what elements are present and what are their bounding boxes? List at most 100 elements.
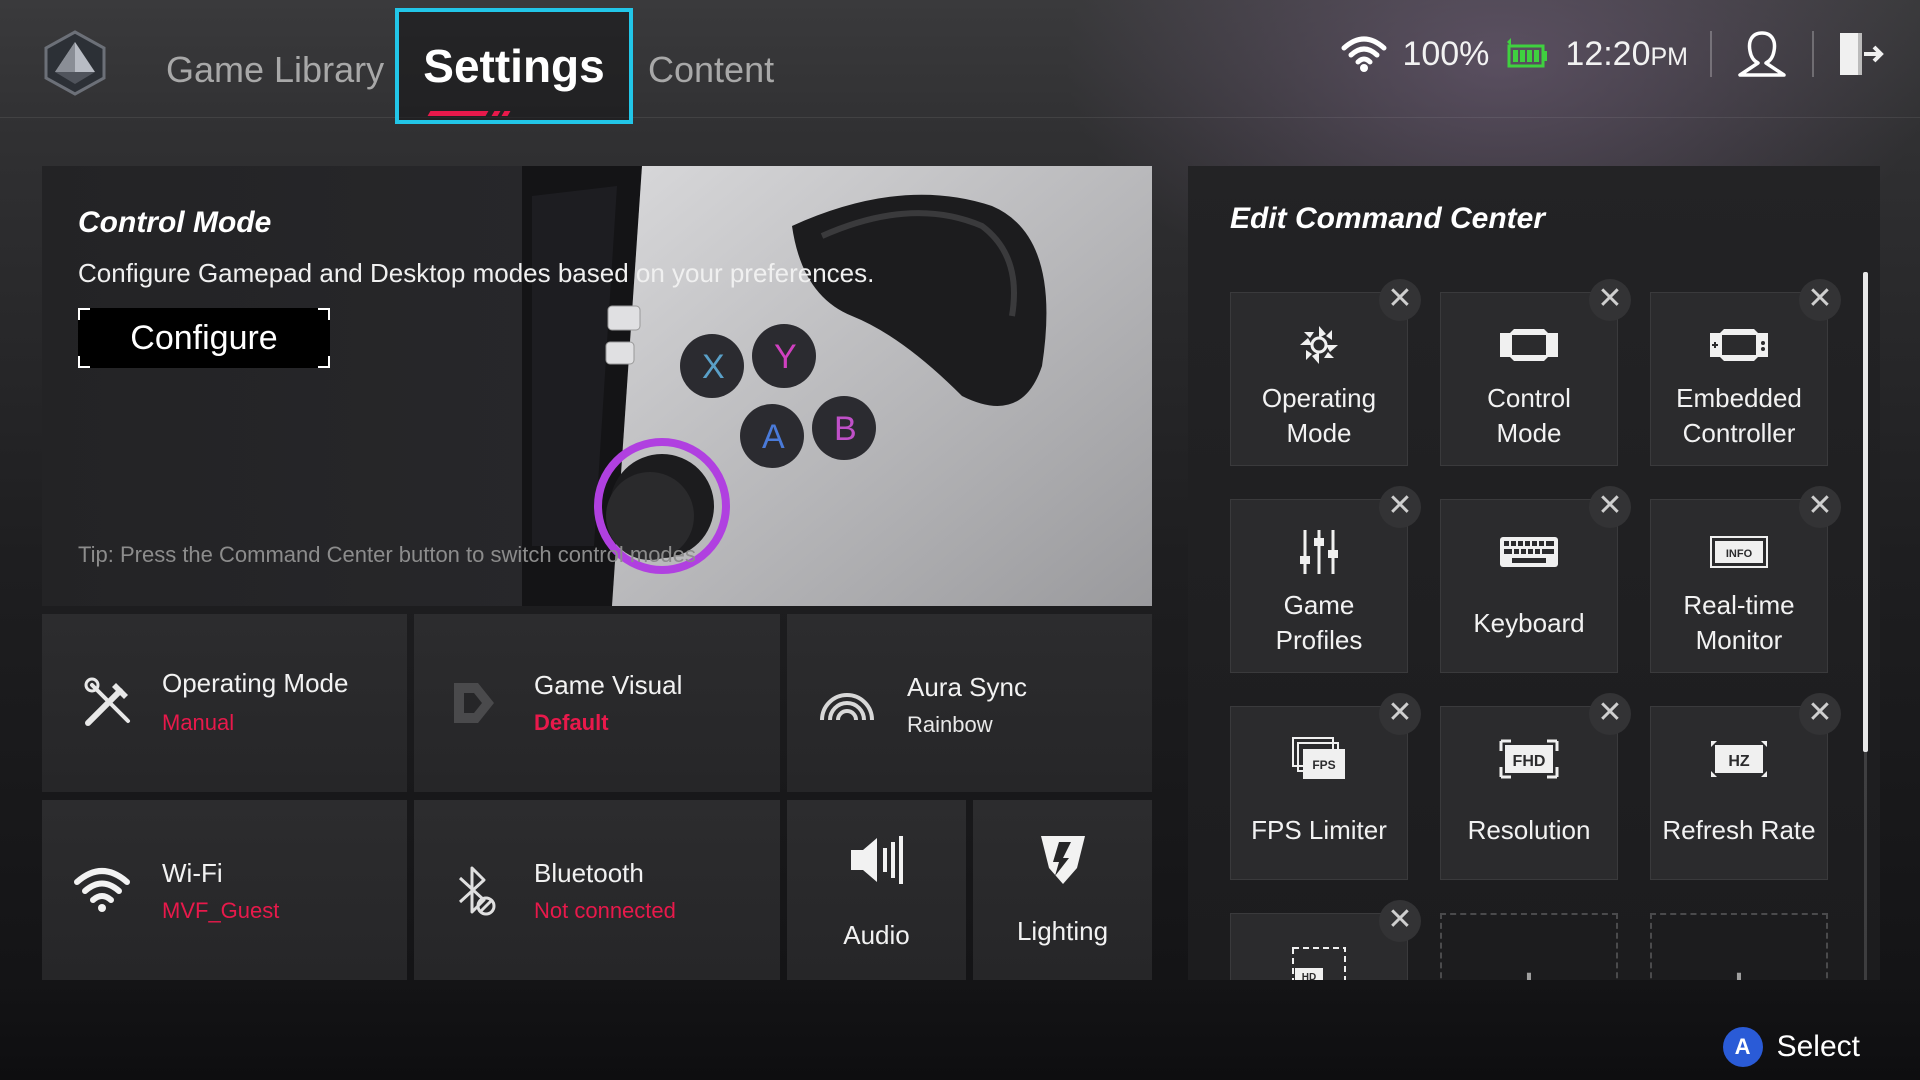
- cc-item-label: Game Profiles: [1235, 588, 1403, 658]
- cc-item-label: FPS Limiter: [1251, 815, 1387, 845]
- battery-charging-icon: [1507, 38, 1548, 68]
- remove-refresh-rate-button[interactable]: ✕: [1799, 693, 1841, 735]
- bluetooth-status: Not connected: [534, 898, 676, 923]
- lighting-icon: [1033, 830, 1093, 890]
- focus-corner: [318, 308, 330, 320]
- remove-embedded-controller-button[interactable]: ✕: [1799, 279, 1841, 321]
- cc-item-label-line: Mode: [1286, 418, 1352, 448]
- user-profile-icon[interactable]: [1734, 29, 1790, 79]
- configure-button[interactable]: Configure: [78, 308, 330, 368]
- speaker-volume-icon: [847, 830, 907, 890]
- tab-settings[interactable]: Settings: [395, 8, 633, 124]
- cc-item-keyboard[interactable]: Keyboard ✕: [1440, 486, 1631, 673]
- game-visual-icon: [444, 673, 504, 733]
- audio-label: Audio: [843, 920, 910, 950]
- focus-corner: [78, 356, 90, 368]
- game-visual-tile[interactable]: Game Visual Default: [414, 614, 780, 792]
- info-icon-text: INFO: [1726, 548, 1753, 560]
- operating-mode-value: Manual: [162, 710, 235, 735]
- wifi-icon: [72, 860, 132, 920]
- remove-operating-mode-button[interactable]: ✕: [1379, 279, 1421, 321]
- lighting-tile[interactable]: Lighting: [973, 800, 1152, 980]
- operating-mode-tile[interactable]: Operating Mode Manual: [42, 614, 407, 792]
- cc-item-control-mode[interactable]: Control Mode ✕: [1440, 279, 1631, 466]
- cc-item-refresh-rate[interactable]: HZ Refresh Rate ✕: [1650, 693, 1841, 880]
- remove-hd-button[interactable]: ✕: [1379, 900, 1421, 942]
- game-visual-label: Game Visual: [534, 670, 683, 700]
- add-icon: +: [1652, 953, 1826, 980]
- active-tab-indicator: [427, 111, 489, 116]
- status-divider: [1812, 31, 1814, 77]
- remove-game-profiles-button[interactable]: ✕: [1379, 486, 1421, 528]
- cc-item-label-line: Mode: [1496, 418, 1562, 448]
- clock: 12:20PM: [1565, 35, 1688, 74]
- cc-empty-slot[interactable]: +: [1440, 913, 1618, 980]
- scrollbar-thumb[interactable]: [1863, 272, 1868, 752]
- cc-item-label-line: Embedded: [1676, 383, 1802, 413]
- exit-icon[interactable]: [1836, 29, 1884, 79]
- game-visual-value: Default: [534, 710, 609, 735]
- top-bar: Game Library Settings Content 100% 12:20…: [0, 0, 1920, 124]
- bluetooth-off-icon: [444, 860, 504, 920]
- remove-fps-limiter-button[interactable]: ✕: [1379, 693, 1421, 735]
- aura-sync-tile[interactable]: Aura Sync Rainbow: [787, 614, 1152, 792]
- cc-item-real-time-monitor[interactable]: INFO Real-time Monitor ✕: [1650, 486, 1841, 673]
- bluetooth-label: Bluetooth: [534, 858, 644, 888]
- hd-icon-text: HD: [1302, 972, 1316, 980]
- cc-item-label: Keyboard: [1473, 608, 1585, 638]
- fhd-icon: FHD: [1441, 735, 1617, 783]
- tab-content[interactable]: Content: [648, 40, 774, 100]
- remove-resolution-button[interactable]: ✕: [1589, 693, 1631, 735]
- add-icon: +: [1442, 953, 1616, 980]
- cc-item-label: Resolution: [1467, 815, 1591, 845]
- control-mode-card: X Y A B Control Mode Configure Gamepad a…: [42, 166, 1152, 606]
- remove-keyboard-button[interactable]: ✕: [1589, 486, 1631, 528]
- handheld-device-image: X Y A B: [522, 166, 1152, 606]
- cc-item-label: Refresh Rate: [1662, 815, 1816, 845]
- remove-real-time-monitor-button[interactable]: ✕: [1799, 486, 1841, 528]
- control-mode-tip: Tip: Press the Command Center button to …: [78, 542, 696, 567]
- cc-item-operating-mode[interactable]: Operating Mode ✕: [1230, 279, 1421, 466]
- cc-item-label-line: Control: [1487, 383, 1571, 413]
- cc-item-embedded-controller[interactable]: Embedded Controller ✕: [1650, 279, 1841, 466]
- aura-sync-icon: [817, 674, 877, 734]
- hz-icon: HZ: [1651, 735, 1827, 783]
- audio-tile[interactable]: Audio: [787, 800, 966, 980]
- control-mode-description: Configure Gamepad and Desktop modes base…: [78, 258, 875, 288]
- cc-item-resolution[interactable]: FHD Resolution ✕: [1440, 693, 1631, 880]
- keyboard-icon: [1441, 528, 1617, 576]
- face-button-b-label: B: [834, 410, 857, 448]
- hz-icon-text: HZ: [1728, 753, 1750, 770]
- control-mode-title: Control Mode: [78, 206, 272, 239]
- aura-sync-label: Aura Sync: [907, 672, 1027, 702]
- remove-control-mode-button[interactable]: ✕: [1589, 279, 1631, 321]
- cc-item-fps-limiter[interactable]: FPS FPS Limiter ✕: [1230, 693, 1421, 880]
- bluetooth-tile[interactable]: Bluetooth Not connected: [414, 800, 780, 980]
- battery-percent: 100%: [1402, 34, 1490, 73]
- cc-item-label: Operating Mode: [1235, 381, 1403, 451]
- wifi-tile[interactable]: Wi-Fi MVF_Guest: [42, 800, 407, 980]
- footer-select-hint: A Select: [1722, 1024, 1860, 1070]
- cc-empty-slot[interactable]: +: [1650, 913, 1828, 980]
- fps-icon-text: FPS: [1312, 758, 1335, 772]
- cc-item-label-line: Monitor: [1695, 625, 1783, 655]
- a-button-icon: A: [1722, 1027, 1763, 1067]
- tab-settings-label: Settings: [423, 40, 605, 92]
- cc-item-label: Control Mode: [1445, 381, 1613, 451]
- cc-item-label-line: Controller: [1682, 418, 1796, 448]
- cc-item-label-line: Profiles: [1275, 625, 1363, 655]
- cc-item-game-profiles[interactable]: Game Profiles ✕: [1230, 486, 1421, 673]
- fps-icon: FPS: [1231, 735, 1407, 783]
- active-tab-indicator-tick: [491, 111, 501, 116]
- cc-item-hd[interactable]: HD ✕: [1230, 900, 1421, 980]
- clock-time: 12:20: [1565, 34, 1651, 73]
- select-label: Select: [1776, 1030, 1860, 1063]
- sliders-icon: [1231, 528, 1407, 576]
- cc-item-label: Real-time Monitor: [1655, 588, 1823, 658]
- edit-command-center-panel: Edit Command Center Operating Mode ✕ Con…: [1188, 166, 1880, 980]
- active-tab-indicator-tick: [501, 111, 511, 116]
- tab-game-library[interactable]: Game Library: [166, 40, 384, 100]
- lighting-label: Lighting: [1016, 916, 1109, 946]
- focus-corner: [78, 308, 90, 320]
- status-area: 100% 12:20PM: [1340, 26, 1920, 82]
